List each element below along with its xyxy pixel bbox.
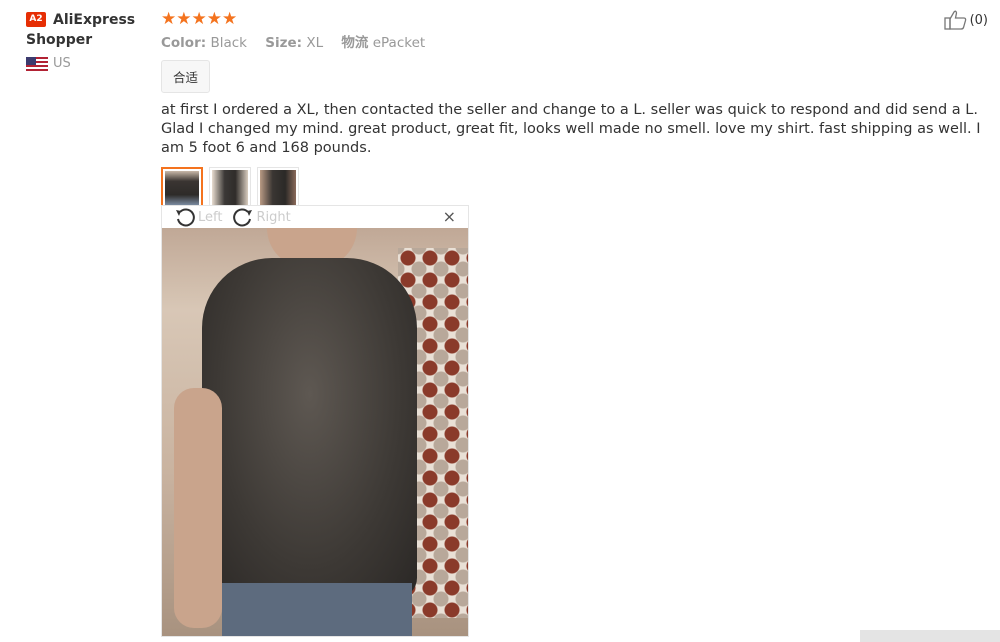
- reviewer-info: A2 AliExpress Shopper US: [26, 10, 151, 71]
- rotate-left-button[interactable]: Left: [174, 206, 222, 228]
- review-thumbnails: [161, 167, 991, 216]
- attr-shipping-key: 物流: [341, 35, 369, 51]
- attr-color-key: Color:: [161, 35, 207, 51]
- review-text: at first I ordered a XL, then contacted …: [161, 102, 981, 156]
- review-thumbnail[interactable]: [257, 167, 299, 209]
- horizontal-scrollbar[interactable]: [860, 630, 1000, 642]
- attr-size-value: XL: [306, 35, 324, 51]
- review-tag: 合适: [161, 60, 211, 93]
- helpful-button[interactable]: (0): [943, 10, 988, 30]
- photo-arm: [174, 388, 222, 628]
- review-thumbnail[interactable]: [209, 167, 251, 209]
- reviewer-name-line2: Shopper: [26, 32, 93, 48]
- thumbnail-image: [165, 171, 199, 205]
- rotate-left-label: Left: [198, 209, 223, 225]
- us-flag-icon: [26, 56, 48, 71]
- thumbs-up-icon: [943, 10, 966, 30]
- attr-size-key: Size:: [265, 35, 303, 51]
- review-thumbnail[interactable]: [161, 167, 203, 209]
- image-viewer: Left Right ×: [161, 205, 469, 637]
- attr-color-value: Black: [210, 35, 247, 51]
- rotate-right-button[interactable]: Right: [232, 206, 291, 228]
- star-rating: ★★★★★: [161, 9, 238, 29]
- thumbnail-image: [260, 170, 296, 206]
- thumbnail-image: [212, 170, 248, 206]
- country-code: US: [53, 56, 71, 71]
- user-level-badge: A2: [26, 12, 46, 27]
- rotate-right-icon: [233, 208, 253, 227]
- review-body: ★★★★★ Color: Black Size: XL 物流 ePacket 合…: [161, 9, 991, 216]
- reviewer-name: AliExpress: [53, 12, 136, 28]
- photo-jeans: [222, 583, 412, 636]
- photo-shirt: [202, 258, 417, 598]
- reviewer-country: US: [26, 56, 151, 71]
- rotate-right-label: Right: [256, 209, 291, 225]
- viewer-toolbar: Left Right ×: [162, 206, 468, 228]
- attr-shipping-value: ePacket: [372, 35, 426, 51]
- helpful-count: (0): [969, 12, 988, 28]
- review-photo: [162, 228, 468, 636]
- close-icon[interactable]: ×: [443, 209, 456, 225]
- rotate-left-icon: [176, 208, 195, 227]
- review-attributes: Color: Black Size: XL 物流 ePacket: [161, 34, 991, 52]
